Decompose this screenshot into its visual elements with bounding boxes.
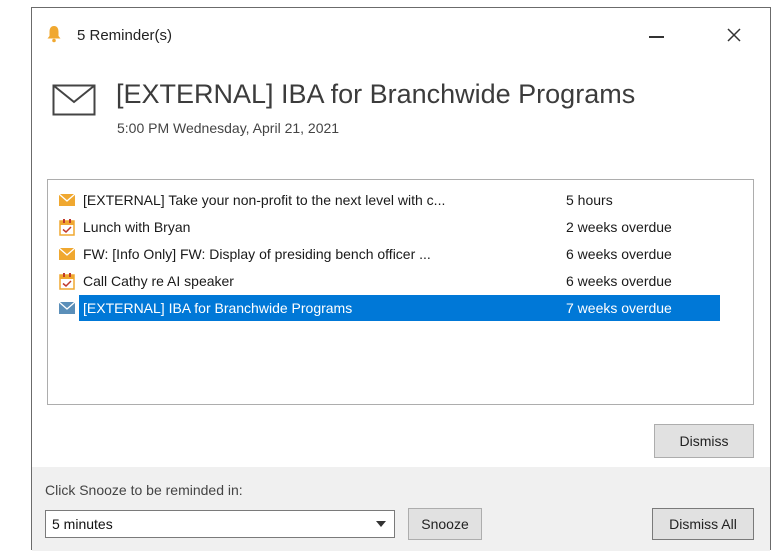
reminder-due-cell: 7 weeks overdue [566,300,672,316]
list-item[interactable]: Lunch with Bryan 2 weeks overdue [54,214,720,240]
reminder-due-time: 5:00 PM Wednesday, April 21, 2021 [117,120,340,136]
minimize-icon [648,36,664,38]
envelope-icon [52,84,96,116]
mail-icon [58,193,76,206]
window-title: 5 Reminder(s) [77,27,173,44]
mail-read-icon [58,301,76,314]
close-button[interactable] [712,18,756,52]
list-item-selected[interactable]: [EXTERNAL] IBA for Branchwide Programs 7… [54,295,720,321]
chevron-down-icon[interactable] [376,521,386,527]
reminder-subject-cell: [EXTERNAL] IBA for Branchwide Programs [83,300,353,316]
mail-icon [58,247,76,260]
reminder-subject: [EXTERNAL] IBA for Branchwide Programs [116,79,636,109]
list-item[interactable]: FW: [Info Only] FW: Display of presiding… [54,241,720,267]
calendar-icon [59,219,75,236]
snooze-panel: Click Snooze to be reminded in: 5 minute… [32,467,770,551]
reminder-due-cell: 6 weeks overdue [566,246,672,262]
title-bar[interactable]: 5 Reminder(s) [32,8,770,60]
snooze-label: Click Snooze to be reminded in: [45,482,243,498]
reminder-list[interactable]: [EXTERNAL] Take your non-profit to the n… [47,179,754,405]
list-item[interactable]: Call Cathy re AI speaker 6 weeks overdue [54,268,720,294]
close-icon [727,28,741,42]
dismiss-button[interactable]: Dismiss [654,424,754,458]
list-item[interactable]: [EXTERNAL] Take your non-profit to the n… [54,187,720,213]
reminder-subject-cell: [EXTERNAL] Take your non-profit to the n… [83,192,446,208]
reminder-due-cell: 5 hours [566,192,613,208]
reminders-window: 5 Reminder(s) [EXTERNAL] IBA for Branchw… [31,7,771,551]
reminder-due-cell: 6 weeks overdue [566,273,672,289]
minimize-button[interactable] [634,18,678,52]
snooze-button[interactable]: Snooze [408,508,482,540]
reminder-due-cell: 2 weeks overdue [566,219,672,235]
snooze-duration-select[interactable]: 5 minutes [45,510,395,538]
reminder-subject-cell: FW: [Info Only] FW: Display of presiding… [83,246,431,262]
reminder-subject-cell: Call Cathy re AI speaker [83,273,234,289]
calendar-icon [59,273,75,290]
bell-icon [47,26,61,43]
reminder-subject-cell: Lunch with Bryan [83,219,191,235]
dismiss-all-button[interactable]: Dismiss All [652,508,754,540]
snooze-duration-value: 5 minutes [52,516,113,532]
